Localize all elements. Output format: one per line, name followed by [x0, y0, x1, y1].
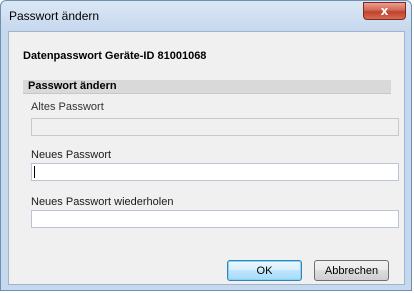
new-password-label: Neues Passwort	[31, 149, 112, 161]
repeat-password-label: Neues Passwort wiederholen	[31, 196, 174, 208]
window-title: Passwort ändern	[9, 9, 100, 23]
title-bar[interactable]: Passwort ändern x	[1, 1, 411, 31]
old-password-field	[31, 118, 399, 136]
close-icon: x	[380, 4, 389, 18]
dialog-client-area: Datenpasswort Geräte-ID 81001068 Passwor…	[8, 31, 405, 285]
device-heading: Datenpasswort Geräte-ID 81001068	[23, 50, 207, 62]
dialog-window: Passwort ändern x Datenpasswort Geräte-I…	[0, 0, 412, 291]
close-button[interactable]: x	[363, 2, 406, 20]
repeat-password-field[interactable]	[31, 210, 399, 228]
cancel-button[interactable]: Abbrechen	[314, 260, 389, 281]
new-password-field[interactable]	[31, 163, 399, 181]
ok-button[interactable]: OK	[227, 260, 302, 281]
section-title: Passwort ändern	[28, 80, 117, 92]
section-header: Passwort ändern	[23, 80, 391, 94]
old-password-label: Altes Passwort	[31, 101, 104, 113]
text-caret	[34, 166, 35, 178]
